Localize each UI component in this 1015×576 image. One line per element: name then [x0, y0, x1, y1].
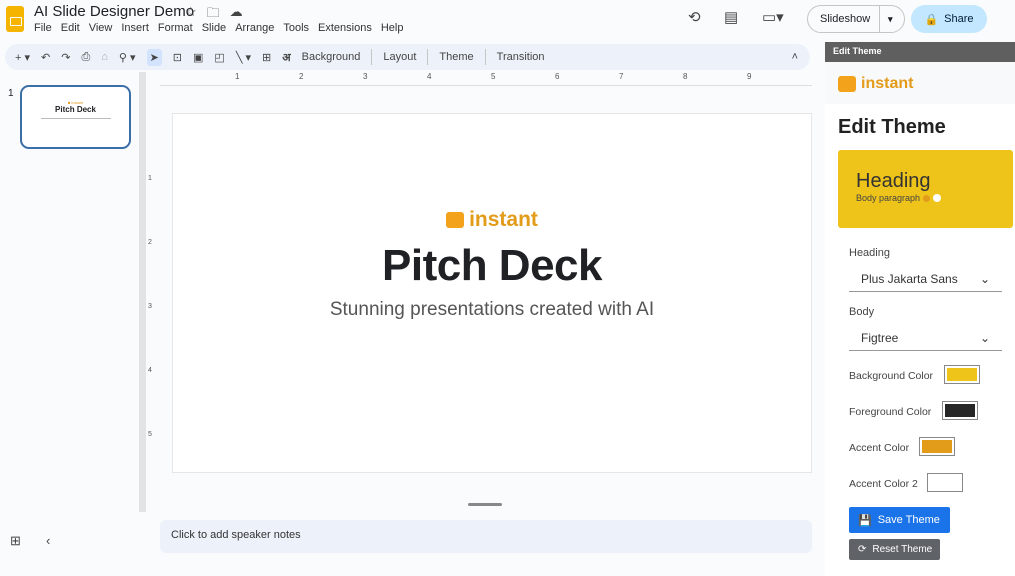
theme-button[interactable]: Theme: [439, 51, 473, 63]
menu-format[interactable]: Format: [158, 22, 193, 34]
image-icon[interactable]: ▣: [193, 51, 203, 64]
preview-body: Body paragraph: [856, 193, 921, 203]
menu-bar: File Edit View Insert Format Slide Arrange Tool…: [34, 22, 403, 34]
color-swatch[interactable]: [919, 437, 955, 456]
accent-dot: [923, 194, 931, 202]
speaker-notes[interactable]: Click to add speaker notes: [160, 520, 812, 553]
ruler-tick: 1: [148, 175, 152, 182]
undo-icon[interactable]: ↶: [41, 51, 50, 64]
slide-subtitle[interactable]: Stunning presentations created with AI: [173, 299, 811, 321]
background-button[interactable]: Background: [302, 51, 361, 63]
preview-heading: Heading: [856, 170, 931, 192]
document-title[interactable]: AI Slide Designer Demo: [34, 3, 194, 20]
body-font-label: Body: [849, 306, 875, 318]
thumb-subtitle: [40, 118, 111, 119]
heading-font-select[interactable]: Plus Jakarta Sans ⌄: [849, 268, 1002, 292]
filmstrip-scrollbar[interactable]: [139, 72, 146, 512]
menu-extensions[interactable]: Extensions: [318, 22, 372, 34]
menu-help[interactable]: Help: [381, 22, 404, 34]
share-label: Share: [944, 13, 974, 25]
accent2-dot: [933, 194, 942, 202]
heading-font-label: Heading: [849, 247, 890, 259]
color-label: Accent Color: [849, 442, 910, 454]
panel-brand-logo: instant: [838, 75, 913, 93]
color-swatch[interactable]: [927, 473, 963, 492]
horizontal-ruler[interactable]: 1 2 3 4 5 6 7 8 9: [160, 72, 812, 86]
ruler-tick: 4: [148, 367, 152, 374]
new-slide-icon[interactable]: + ▾: [15, 51, 30, 64]
color-label: Foreground Color: [849, 406, 932, 418]
ruler-tick: 2: [148, 239, 152, 246]
chevron-down-icon: ⌄: [979, 272, 990, 286]
brand-icon: [446, 212, 465, 228]
ruler-tick: 7: [619, 72, 624, 81]
input-tools-icon[interactable]: अ: [282, 50, 290, 65]
ruler-tick: 2: [299, 72, 304, 81]
refresh-icon: ⟳: [858, 544, 867, 555]
color-label: Background Color: [849, 370, 934, 382]
menu-tools[interactable]: Tools: [283, 22, 309, 34]
menu-file[interactable]: File: [34, 22, 52, 34]
panel-header: Edit Theme: [825, 42, 1015, 62]
redo-icon[interactable]: ↷: [61, 51, 70, 64]
text-box-icon[interactable]: ⊡: [173, 51, 182, 64]
panel-title: Edit Theme: [838, 116, 946, 138]
slideshow-label: Slideshow: [808, 6, 880, 32]
ruler-tick: 6: [555, 72, 560, 81]
select-icon[interactable]: ➤: [146, 48, 162, 66]
color-label: Accent Color 2: [849, 478, 918, 490]
thumb-title: Pitch Deck: [55, 105, 96, 114]
menu-edit[interactable]: Edit: [61, 22, 80, 34]
meet-icon[interactable]: ▭▾: [762, 8, 784, 26]
comment-add-icon[interactable]: ⊞: [262, 51, 271, 64]
ruler-tick: 8: [683, 72, 688, 81]
lock-icon: 🔒: [924, 13, 939, 26]
toolbar: + ▾ ↶ ↷ ⎙ ⌂ ⚲ ▾ ➤ ⊡ ▣ ◰ ╲ ▾ ⊞ अ Backgrou…: [5, 44, 810, 70]
print-icon[interactable]: ⎙: [81, 51, 90, 64]
slide-brand-logo: instant: [446, 208, 538, 232]
vertical-ruler[interactable]: 1 2 3 4 5: [148, 113, 158, 473]
ruler-tick: 5: [148, 431, 152, 438]
collapse-icon[interactable]: ˄: [792, 51, 798, 63]
slide-canvas[interactable]: instant Pitch Deck Stunning presentation…: [172, 113, 812, 473]
save-theme-button[interactable]: 💾 Save Theme: [849, 507, 950, 533]
reset-theme-button[interactable]: ⟳ Reset Theme: [849, 539, 940, 560]
slides-logo[interactable]: [6, 6, 24, 32]
menu-insert[interactable]: Insert: [121, 22, 149, 34]
transition-button[interactable]: Transition: [497, 51, 545, 63]
comment-icon[interactable]: ▤: [724, 8, 738, 26]
notes-resize-handle[interactable]: [468, 503, 502, 506]
ruler-tick: 3: [363, 72, 368, 81]
theme-preview: Heading Body paragraph: [838, 150, 1013, 228]
chevron-down-icon: ⌄: [979, 331, 990, 345]
menu-slide[interactable]: Slide: [202, 22, 226, 34]
color-swatch[interactable]: [942, 401, 978, 420]
slide-thumbnail-1[interactable]: ■ instant Pitch Deck: [20, 85, 131, 149]
paint-format-icon[interactable]: ⌂: [101, 51, 108, 63]
share-button[interactable]: 🔒 Share: [911, 5, 987, 33]
grid-view-icon[interactable]: ⊞: [10, 533, 21, 549]
history-icon[interactable]: ⟲: [688, 8, 701, 26]
brand-icon: [838, 76, 856, 92]
ruler-tick: 4: [427, 72, 432, 81]
ruler-tick: 3: [148, 303, 152, 310]
ruler-tick: 1: [235, 72, 240, 81]
line-icon[interactable]: ╲ ▾: [236, 51, 251, 64]
ruler-tick: 9: [747, 72, 752, 81]
color-swatch[interactable]: [944, 365, 980, 384]
body-font-select[interactable]: Figtree ⌄: [849, 327, 1002, 351]
zoom-icon[interactable]: ⚲ ▾: [119, 51, 136, 64]
slide-title[interactable]: Pitch Deck: [173, 241, 811, 291]
menu-arrange[interactable]: Arrange: [235, 22, 274, 34]
save-icon: 💾: [858, 514, 872, 527]
slideshow-button[interactable]: Slideshow ▾: [807, 5, 905, 33]
collapse-filmstrip-icon[interactable]: ‹: [46, 533, 50, 548]
ruler-tick: 5: [491, 72, 496, 81]
menu-view[interactable]: View: [89, 22, 113, 34]
layout-button[interactable]: Layout: [383, 51, 416, 63]
chevron-down-icon[interactable]: ▾: [880, 14, 893, 25]
slide-number: 1: [8, 88, 14, 99]
shape-icon[interactable]: ◰: [214, 51, 224, 64]
